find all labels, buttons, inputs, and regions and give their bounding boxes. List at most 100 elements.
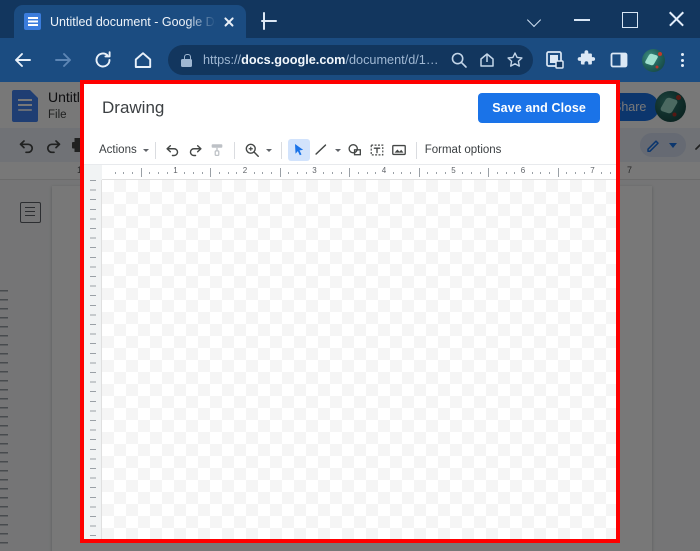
close-window-button[interactable] [653,0,700,38]
ruler-tick [470,172,472,174]
zoom-icon[interactable] [241,139,263,161]
drawing-dialog: Drawing Save and Close Actions Format op… [84,84,616,539]
side-panel-icon[interactable] [603,44,635,76]
screen-capture-icon[interactable] [539,44,571,76]
shape-icon[interactable] [344,139,366,161]
ruler-tick [123,172,125,174]
ruler-tick [340,172,342,174]
vertical-ruler-ticks [90,180,96,539]
text-box-icon[interactable] [366,139,388,161]
ruler-tick [557,168,559,177]
ruler-tick [549,172,551,174]
lock-icon [181,53,192,67]
profile-avatar[interactable] [642,48,665,72]
window-controls [512,0,700,38]
ruler-tick [132,172,134,174]
undo-icon[interactable] [162,139,184,161]
ruler-tick [297,172,299,174]
ruler-tick [410,172,412,174]
ruler-tick [444,172,446,174]
new-tab-button[interactable] [256,8,282,34]
ruler-tick [375,172,377,174]
ruler-tick [158,172,160,174]
url-scheme: https:// [203,53,242,67]
back-arrow-icon[interactable] [6,43,40,77]
ruler-tick [496,172,498,174]
minimize-button[interactable] [559,0,606,38]
zoom-dropdown-chevron-down-icon[interactable] [263,139,275,161]
ruler-tick [427,172,429,174]
line-dropdown-chevron-down-icon[interactable] [332,139,344,161]
ruler-tick [149,172,151,174]
home-icon[interactable] [126,43,160,77]
drawing-ruler-horizontal[interactable]: 1 2 3 4 5 6 7 [84,165,616,180]
close-icon[interactable] [220,13,238,31]
browser-toolbar: https://docs.google.com/document/d/1… [0,38,700,82]
browser-tab[interactable]: Untitled document - Google Doc [14,5,246,38]
ruler-number: 7 [590,166,595,175]
ruler-tick [609,172,611,174]
ruler-tick [236,172,238,174]
reload-icon[interactable] [86,43,120,77]
search-icon[interactable] [445,46,473,74]
ruler-number: 5 [451,166,456,175]
three-dot-menu-icon[interactable] [668,44,696,76]
maximize-button[interactable] [606,0,653,38]
puzzle-piece-icon[interactable] [571,44,603,76]
toolbar-divider [280,141,282,159]
ruler-tick [166,172,168,174]
ruler-tick [462,172,464,174]
format-options-button[interactable]: Format options [425,144,502,156]
select-icon[interactable] [287,139,310,161]
actions-menu[interactable]: Actions [96,144,149,156]
ruler-tick [201,172,203,174]
drawing-canvas[interactable] [102,180,616,539]
tab-search-chevron-down-icon[interactable] [512,0,559,38]
ruler-tick [262,172,264,174]
redo-icon[interactable] [184,139,206,161]
ruler-tick [323,172,325,174]
dialog-header: Drawing Save and Close [84,84,616,136]
url-path: /document/d/1… [345,53,439,67]
ruler-number: 1 [173,166,178,175]
ruler-tick [505,172,507,174]
ruler-tick [392,172,394,174]
ruler-tick [349,168,351,177]
share-icon[interactable] [473,46,501,74]
url-domain: docs.google.com [241,53,346,67]
ruler-tick [531,172,533,174]
ruler-tick [583,172,585,174]
url-text: https://docs.google.com/document/d/1… [203,53,445,67]
address-bar[interactable]: https://docs.google.com/document/d/1… [168,45,533,75]
ruler-tick [253,172,255,174]
star-icon[interactable] [501,46,529,74]
tab-strip: Untitled document - Google Doc [0,0,700,38]
image-icon[interactable] [388,139,410,161]
ruler-number: 4 [381,166,387,175]
save-and-close-button[interactable]: Save and Close [478,93,600,123]
forward-arrow-icon[interactable] [46,43,80,77]
ruler-tick [184,172,186,174]
ruler-tick [271,172,273,174]
ruler-tick [227,172,229,174]
toolbar-divider [154,141,156,159]
paint-format-icon[interactable] [206,139,228,161]
ruler-tick [288,172,290,174]
ruler-tick [575,172,577,174]
ruler-number: 6 [520,166,526,175]
ruler-tick [218,172,220,174]
ruler-corner [84,165,102,180]
drawing-ruler-vertical[interactable] [84,180,102,539]
toolbar-divider [233,141,235,159]
dialog-title: Drawing [102,98,165,117]
ruler-tick [114,172,116,174]
ruler-tick [479,172,481,174]
line-icon[interactable] [310,139,332,161]
ruler-number: 2 [242,166,248,175]
ruler-tick [601,172,603,174]
toolbar-divider [415,141,417,159]
actions-label: Actions [99,144,137,156]
ruler-tick [488,168,490,177]
google-docs-favicon [24,13,41,30]
ruler-tick [331,172,333,174]
